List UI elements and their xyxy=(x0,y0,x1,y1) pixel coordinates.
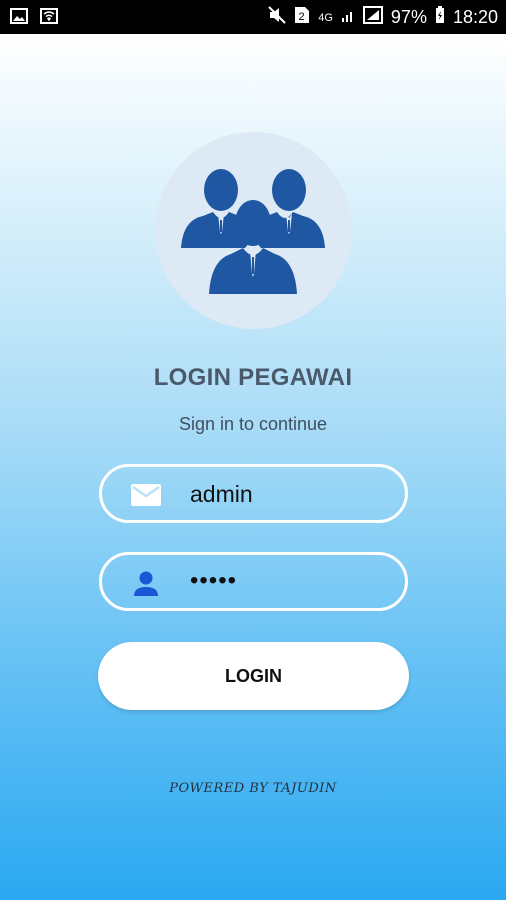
status-bar: 2 4G 97% 18:20 xyxy=(0,0,506,34)
login-button[interactable]: LOGIN xyxy=(98,642,409,710)
sim-icon: 2 xyxy=(294,6,310,29)
footer-credit: POWERED BY TAJUDIN xyxy=(169,781,337,796)
wifi-notification-icon xyxy=(40,8,58,29)
email-value: admin xyxy=(190,481,253,507)
page-title: LOGIN PEGAWAI xyxy=(153,364,353,391)
password-value: ••••• xyxy=(190,567,238,594)
signal-icon xyxy=(341,7,355,28)
battery-icon xyxy=(435,6,445,29)
employees-icon xyxy=(181,169,325,294)
user-icon xyxy=(130,569,162,597)
email-field[interactable]: admin xyxy=(99,464,408,523)
svg-text:2: 2 xyxy=(299,11,305,23)
employee-group-logo xyxy=(155,132,352,329)
clock: 18:20 xyxy=(452,7,498,27)
network-type-icon: 4G xyxy=(318,11,333,24)
image-notification-icon xyxy=(10,8,28,29)
mail-icon xyxy=(130,481,162,509)
login-screen: LOGIN PEGAWAI Sign in to continue admin … xyxy=(0,34,506,900)
battery-percent: 97% xyxy=(390,7,427,27)
mute-icon xyxy=(268,6,286,29)
password-field[interactable]: ••••• xyxy=(99,552,408,611)
signal-icon-2 xyxy=(362,6,383,29)
page-subtitle: Sign in to continue xyxy=(178,414,328,434)
